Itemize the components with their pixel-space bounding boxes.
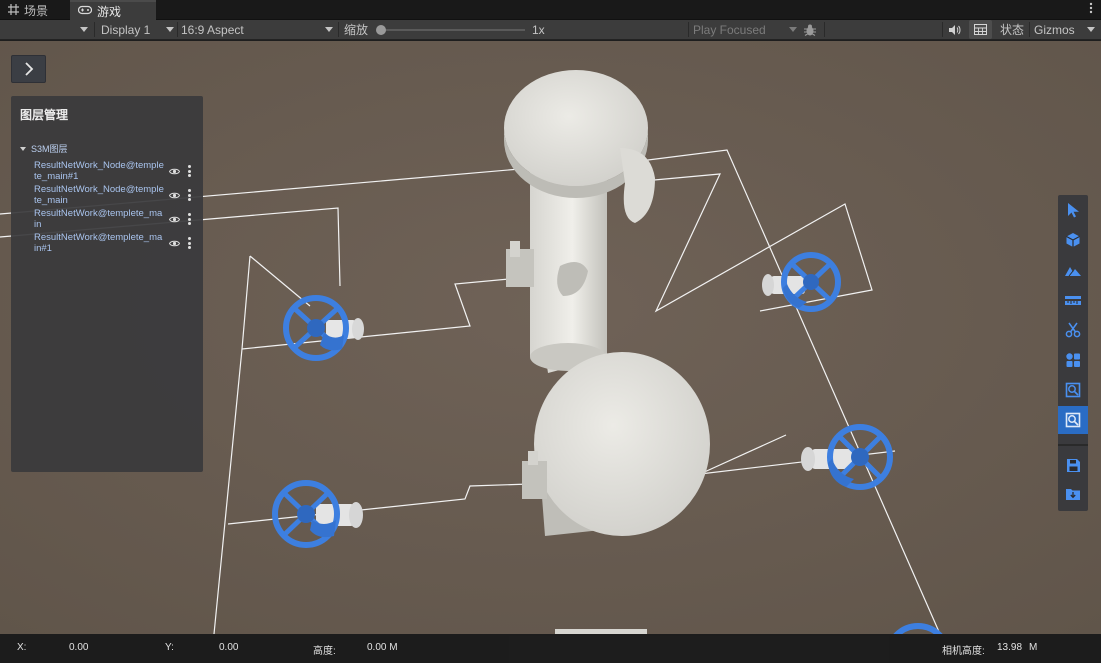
y-value: 0.00 xyxy=(219,642,239,653)
layer-menu-icon[interactable] xyxy=(187,213,191,225)
layer-item[interactable]: ResultNetWork_Node@templete_main#1 xyxy=(34,160,199,184)
eye-icon[interactable] xyxy=(169,239,180,248)
chevron-right-icon xyxy=(24,62,33,76)
cube-icon[interactable] xyxy=(1058,226,1088,254)
play-mode-label: Play Focused xyxy=(693,22,766,37)
toolbar-divider xyxy=(1058,444,1088,446)
layer-name: ResultNetWork@templete_main xyxy=(34,208,163,230)
status-bar: X: 0.00 Y: 0.00 高度: 0.00 M 相机高度: 13.98 M xyxy=(0,634,1101,663)
search-icon[interactable] xyxy=(1058,406,1088,434)
game-view-dropdown[interactable] xyxy=(80,20,88,39)
terrain-icon[interactable] xyxy=(1058,256,1088,284)
grid-icon xyxy=(8,3,19,17)
game-toolbar: Display 1 16:9 Aspect 缩放 1x Play Focused… xyxy=(0,20,1101,40)
speaker-icon[interactable] xyxy=(948,20,961,39)
tab-game[interactable]: 游戏 xyxy=(70,0,156,20)
layer-menu-icon[interactable] xyxy=(187,165,191,177)
x-label: X: xyxy=(17,642,27,653)
layer-menu-icon[interactable] xyxy=(187,237,191,249)
x-value: 0.00 xyxy=(69,642,89,653)
right-tool-bar xyxy=(1058,195,1088,511)
panel-title: 图层管理 xyxy=(20,108,69,122)
stats-grid-toggle[interactable] xyxy=(969,20,992,39)
bug-icon[interactable] xyxy=(803,20,817,39)
tab-game-label: 游戏 xyxy=(97,4,122,19)
camera-height-unit: M xyxy=(1029,642,1038,653)
layer-group-s3m[interactable]: S3M图层 xyxy=(20,142,68,155)
display-dropdown[interactable]: Display 1 xyxy=(101,20,174,39)
scissors-icon[interactable] xyxy=(1058,316,1088,344)
tab-bar: 场景 游戏 xyxy=(0,0,1101,20)
gamepad-icon xyxy=(77,5,93,17)
chevron-down-icon xyxy=(80,27,88,32)
more-options-icon[interactable] xyxy=(1089,2,1093,17)
layer-name: ResultNetWork@templete_main#1 xyxy=(34,232,163,254)
y-label: Y: xyxy=(165,642,174,653)
collapse-triangle-icon xyxy=(20,146,26,151)
layer-item[interactable]: ResultNetWork_Node@templete_main xyxy=(34,184,199,208)
eye-icon[interactable] xyxy=(169,215,180,224)
select-arrow-icon[interactable] xyxy=(1058,196,1088,224)
grid-table-icon xyxy=(974,24,987,35)
import-icon[interactable] xyxy=(1058,480,1088,508)
save-icon[interactable] xyxy=(1058,451,1088,479)
aspect-label: 16:9 Aspect xyxy=(181,22,244,37)
play-mode-dropdown[interactable]: Play Focused xyxy=(693,20,797,39)
chevron-down-icon xyxy=(166,27,174,32)
aspect-dropdown[interactable]: 16:9 Aspect xyxy=(181,20,333,39)
camera-height-label: 相机高度: xyxy=(942,646,985,657)
zoom-label: 缩放 xyxy=(344,23,369,37)
height-value: 0.00 M xyxy=(367,642,398,653)
components-icon[interactable] xyxy=(1058,346,1088,374)
chevron-down-icon xyxy=(1087,27,1095,32)
layer-item[interactable]: ResultNetWork@templete_main#1 xyxy=(34,232,199,256)
expand-panel-button[interactable] xyxy=(11,55,46,83)
zoom-slider-track[interactable] xyxy=(380,29,525,31)
height-label: 高度: xyxy=(313,646,336,657)
layer-manager-panel: 图层管理 S3M图层 ResultNetWork_Node@templete_m… xyxy=(11,96,203,472)
display-label: Display 1 xyxy=(101,22,151,37)
layer-name: ResultNetWork_Node@templete_main#1 xyxy=(34,160,164,182)
zoom-slider-thumb[interactable] xyxy=(376,25,386,35)
layer-group-label: S3M图层 xyxy=(31,144,68,154)
query-icon[interactable] xyxy=(1058,376,1088,404)
layer-menu-icon[interactable] xyxy=(187,189,191,201)
zoom-value: 1x xyxy=(532,22,545,37)
tab-scene-label: 场景 xyxy=(24,3,49,18)
gizmos-dropdown[interactable] xyxy=(1087,20,1095,39)
gizmos-button[interactable]: Gizmos xyxy=(1034,20,1075,39)
eye-icon[interactable] xyxy=(169,167,180,176)
game-viewport[interactable]: 图层管理 S3M图层 ResultNetWork_Node@templete_m… xyxy=(0,41,1101,634)
chevron-down-icon xyxy=(789,27,797,32)
game-view-window: 场景 游戏 Display 1 16:9 Aspect 缩放 1x Play F… xyxy=(0,0,1101,663)
tab-scene[interactable]: 场景 xyxy=(0,0,68,20)
camera-height-value: 13.98 xyxy=(997,642,1023,653)
layer-item[interactable]: ResultNetWork@templete_main xyxy=(34,208,199,232)
eye-icon[interactable] xyxy=(169,191,180,200)
stats-button[interactable]: 状态 xyxy=(1000,20,1024,39)
chevron-down-icon xyxy=(325,27,333,32)
ruler-icon[interactable] xyxy=(1058,286,1088,314)
layer-name: ResultNetWork_Node@templete_main xyxy=(34,184,164,206)
